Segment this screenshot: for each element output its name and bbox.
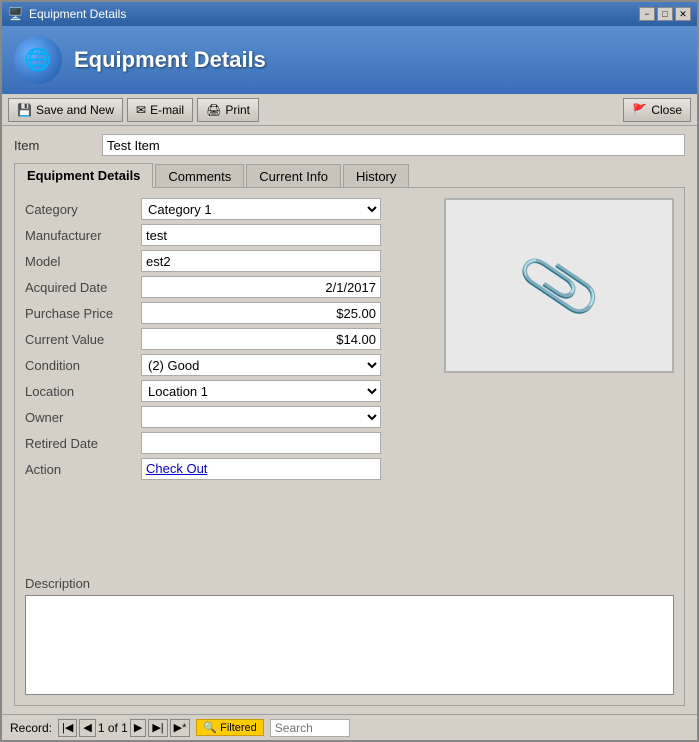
owner-select[interactable] [141, 406, 381, 428]
nav-next-button[interactable]: ▶ [130, 719, 146, 737]
filter-icon: 🔍 [203, 721, 217, 734]
status-bar: Record: |◀ ◀ 1 of 1 ▶ ▶| ▶* 🔍 Filtered [2, 714, 697, 740]
content-area: Item Equipment Details Comments Current … [2, 126, 697, 714]
owner-row: Owner [25, 406, 424, 428]
tab-current-info[interactable]: Current Info [246, 164, 341, 188]
header-globe-icon: 🌐 [24, 47, 51, 73]
header-title: Equipment Details [74, 47, 266, 73]
title-bar: 🖥️ Equipment Details − □ ✕ [2, 2, 697, 26]
close-flag-icon: 🚩 [632, 103, 647, 117]
nav-last-button[interactable]: ▶| [148, 719, 167, 737]
condition-row: Condition (1) Excellent (2) Good (3) Fai… [25, 354, 424, 376]
print-label: Print [225, 103, 250, 117]
email-icon: ✉ [136, 103, 146, 117]
item-label: Item [14, 138, 94, 153]
search-input[interactable] [270, 719, 350, 737]
current-value-row: Current Value [25, 328, 424, 350]
image-placeholder: 📎 [444, 198, 674, 373]
save-new-label: Save and New [36, 103, 114, 117]
toolbar: 💾 Save and New ✉ E-mail 🖨 Print 🚩 Close [2, 94, 697, 126]
email-label: E-mail [150, 103, 184, 117]
nav-controls: |◀ ◀ 1 of 1 ▶ ▶| ▶* [58, 719, 190, 737]
nav-new-button[interactable]: ▶* [170, 719, 191, 737]
retired-date-label: Retired Date [25, 436, 135, 451]
restore-button[interactable]: □ [657, 7, 673, 21]
filtered-label: Filtered [220, 722, 257, 734]
tab-current-info-label: Current Info [259, 169, 328, 184]
print-button[interactable]: 🖨 Print [197, 98, 259, 122]
purchase-price-row: Purchase Price [25, 302, 424, 324]
manufacturer-input[interactable] [141, 224, 381, 246]
form-fields: Category Category 1 Category 2 Manufactu… [25, 198, 424, 564]
item-input[interactable] [102, 134, 685, 156]
tab-comments[interactable]: Comments [155, 164, 244, 188]
window-title: Equipment Details [29, 7, 126, 21]
retired-date-row: Retired Date [25, 432, 424, 454]
nav-prev-button[interactable]: ◀ [79, 719, 95, 737]
checkout-link[interactable]: Check Out [141, 458, 381, 480]
save-icon: 💾 [17, 103, 32, 117]
tab-history[interactable]: History [343, 164, 409, 188]
manufacturer-row: Manufacturer [25, 224, 424, 246]
form-section: Category Category 1 Category 2 Manufactu… [25, 198, 674, 564]
window-close-button[interactable]: ✕ [675, 7, 691, 21]
tabs-container: Equipment Details Comments Current Info … [14, 162, 685, 706]
tab-content: Category Category 1 Category 2 Manufactu… [14, 187, 685, 706]
record-info: 1 of 1 [98, 721, 128, 735]
filtered-badge[interactable]: 🔍 Filtered [196, 719, 263, 736]
purchase-price-input[interactable] [141, 302, 381, 324]
header-icon: 🌐 [14, 36, 62, 84]
current-value-label: Current Value [25, 332, 135, 347]
manufacturer-label: Manufacturer [25, 228, 135, 243]
acquired-date-label: Acquired Date [25, 280, 135, 295]
close-label: Close [651, 103, 682, 117]
model-input[interactable] [141, 250, 381, 272]
nav-first-button[interactable]: |◀ [58, 719, 77, 737]
current-value-input[interactable] [141, 328, 381, 350]
save-new-button[interactable]: 💾 Save and New [8, 98, 123, 122]
owner-label: Owner [25, 410, 135, 425]
acquired-date-row: Acquired Date [25, 276, 424, 298]
tabs-header: Equipment Details Comments Current Info … [14, 162, 685, 187]
action-row: Action Check Out [25, 458, 424, 480]
main-window: 🖥️ Equipment Details − □ ✕ 🌐 Equipment D… [0, 0, 699, 742]
record-label: Record: [10, 721, 52, 735]
paperclip-icon: 📎 [514, 242, 605, 330]
item-row: Item [14, 134, 685, 156]
tab-equipment-details[interactable]: Equipment Details [14, 163, 153, 188]
action-label: Action [25, 462, 135, 477]
condition-label: Condition [25, 358, 135, 373]
window-icon: 🖥️ [8, 7, 23, 21]
category-label: Category [25, 202, 135, 217]
tab-history-label: History [356, 169, 396, 184]
retired-date-input[interactable] [141, 432, 381, 454]
location-row: Location Location 1 Location 2 [25, 380, 424, 402]
print-icon: 🖨 [206, 103, 221, 117]
email-button[interactable]: ✉ E-mail [127, 98, 193, 122]
location-select[interactable]: Location 1 Location 2 [141, 380, 381, 402]
category-select[interactable]: Category 1 Category 2 [141, 198, 381, 220]
acquired-date-input[interactable] [141, 276, 381, 298]
condition-select[interactable]: (1) Excellent (2) Good (3) Fair (4) Poor [141, 354, 381, 376]
model-row: Model [25, 250, 424, 272]
header-bar: 🌐 Equipment Details [2, 26, 697, 94]
tab-comments-label: Comments [168, 169, 231, 184]
title-bar-left: 🖥️ Equipment Details [8, 7, 126, 21]
location-label: Location [25, 384, 135, 399]
description-textarea[interactable] [25, 595, 674, 695]
description-label: Description [25, 576, 674, 591]
close-button[interactable]: 🚩 Close [623, 98, 691, 122]
title-bar-controls: − □ ✕ [639, 7, 691, 21]
model-label: Model [25, 254, 135, 269]
tab-equipment-details-label: Equipment Details [27, 168, 140, 183]
description-section: Description [25, 576, 674, 695]
purchase-price-label: Purchase Price [25, 306, 135, 321]
minimize-button[interactable]: − [639, 7, 655, 21]
category-row: Category Category 1 Category 2 [25, 198, 424, 220]
